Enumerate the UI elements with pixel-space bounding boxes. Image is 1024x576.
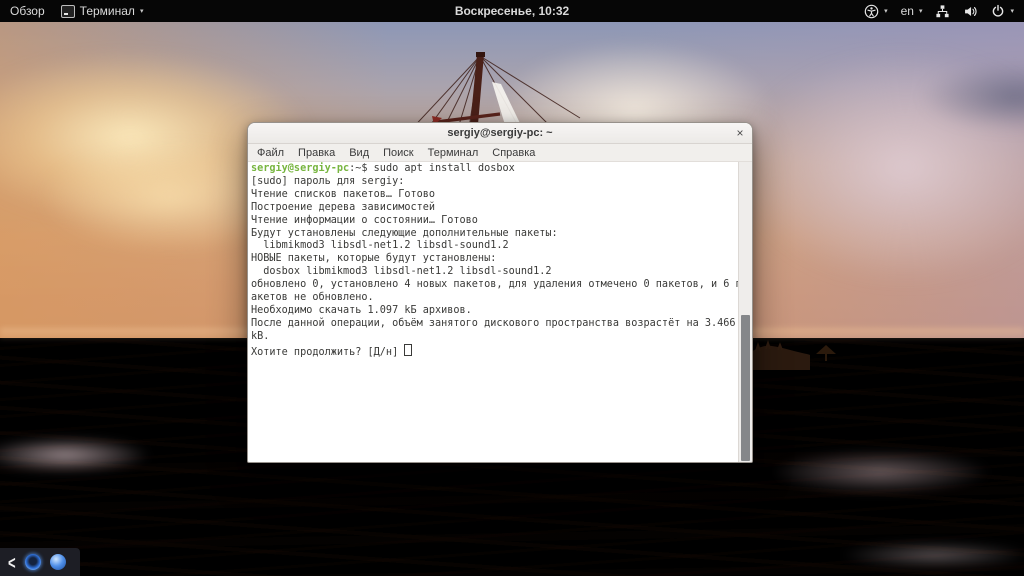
accessibility-icon xyxy=(864,4,879,19)
terminal-line: sergiy@sergiy-pc:~$ sudo apt install dos… xyxy=(251,163,739,176)
terminal-text: обновлено 0, установлено 4 новых пакетов… xyxy=(251,279,742,291)
chevron-down-icon: ▾ xyxy=(1010,7,1014,15)
terminal-line: [sudo] пароль для sergiy: xyxy=(251,176,739,189)
terminal-line: libmikmod3 libsdl-net1.2 libsdl-sound1.2 xyxy=(251,240,739,253)
terminal-text: Чтение информации о состоянии… Готово xyxy=(251,214,478,226)
terminal-line: Чтение информации о состоянии… Готово xyxy=(251,215,739,228)
chevron-down-icon: ▾ xyxy=(139,7,144,15)
sea-foam xyxy=(770,450,990,494)
chevron-down-icon: ▾ xyxy=(918,7,923,15)
power-menu[interactable]: ▾ xyxy=(991,0,1014,22)
terminal-text: Необходимо скачать 1.097 kБ архивов. xyxy=(251,304,472,316)
terminal-text: Чтение списков пакетов… Готово xyxy=(251,188,436,200)
menu-item-search[interactable]: Поиск xyxy=(376,144,420,161)
close-button[interactable]: × xyxy=(732,123,748,143)
menu-item-file[interactable]: Файл xyxy=(250,144,291,161)
terminal-line: После данной операции, объём занятого ди… xyxy=(251,318,739,331)
terminal-line: Необходимо скачать 1.097 kБ архивов. xyxy=(251,305,739,318)
top-bar: Обзор Терминал ▾ Воскресенье, 10:32 ▾ en… xyxy=(0,0,1024,22)
scrollbar-thumb[interactable] xyxy=(741,315,750,461)
terminal-line: акетов не обновлено. xyxy=(251,292,739,305)
wired-network-icon[interactable] xyxy=(935,4,950,19)
terminal-output: sergiy@sergiy-pc:~$ sudo apt install dos… xyxy=(248,162,742,462)
terminal-window: sergiy@sergiy-pc: ~ × Файл Правка Вид Поиск… xyxy=(247,122,753,463)
menu-item-terminal[interactable]: Терминал xyxy=(421,144,486,161)
terminal-viewport[interactable]: sergiy@sergiy-pc:~$ sudo apt install dos… xyxy=(248,162,752,462)
terminal-line: Построение дерева зависимостей xyxy=(251,202,739,215)
chevron-down-icon: ▾ xyxy=(884,7,888,15)
terminal-text: [sudo] пароль для sergiy: xyxy=(251,175,411,187)
language-menu[interactable]: en ▾ xyxy=(901,0,923,22)
menu-bar: Файл Правка Вид Поиск Терминал Справка xyxy=(248,144,752,162)
scrollbar[interactable] xyxy=(738,162,752,462)
terminal-line: обновлено 0, установлено 4 новых пакетов… xyxy=(251,279,742,292)
terminal-line: НОВЫЕ пакеты, которые будут установлены: xyxy=(251,253,739,266)
terminal-text: :~$ sudo apt install dosbox xyxy=(349,163,515,174)
menu-item-help[interactable]: Справка xyxy=(485,144,542,161)
terminal-line: Чтение списков пакетов… Готово xyxy=(251,189,739,202)
terminal-line: Будут установлены следующие дополнительн… xyxy=(251,228,739,241)
screenshot-tool-icon[interactable] xyxy=(24,554,41,570)
language-label: en xyxy=(900,4,914,18)
window-title: sergiy@sergiy-pc: ~ xyxy=(447,127,553,139)
terminal-line: Хотите продолжить? [Д/н] xyxy=(251,343,739,360)
terminal-text: После данной операции, объём занятого ди… xyxy=(251,317,736,329)
terminal-text: акетов не обновлено. xyxy=(251,292,374,304)
terminal-text: НОВЫЕ пакеты, которые будут установлены: xyxy=(251,253,497,265)
terminal-text: dosbox libmikmod3 libsdl-net1.2 libsdl-s… xyxy=(251,266,552,278)
sea-foam xyxy=(840,542,1024,568)
chevron-left-icon[interactable]: < xyxy=(8,552,16,573)
menu-item-view[interactable]: Вид xyxy=(342,144,376,161)
prompt-user-host: sergiy@sergiy-pc xyxy=(251,163,350,174)
terminal-line: kB. xyxy=(251,331,739,344)
terminal-text: libmikmod3 libsdl-net1.2 libsdl-sound1.2 xyxy=(251,240,509,252)
terminal-line: dosbox libmikmod3 libsdl-net1.2 libsdl-s… xyxy=(251,266,739,279)
terminal-text: Построение дерева зависимостей xyxy=(251,201,436,213)
volume-icon[interactable] xyxy=(963,4,978,19)
terminal-text: Будут установлены следующие дополнительн… xyxy=(251,227,558,239)
terminal-icon xyxy=(60,4,75,18)
accessibility-menu[interactable]: ▾ xyxy=(864,0,888,22)
terminal-text: Хотите продолжить? [Д/н] xyxy=(251,346,405,358)
terminal-text: kB. xyxy=(251,330,270,342)
app-menu-terminal[interactable]: Терминал ▾ xyxy=(60,0,144,22)
bottom-dock: < xyxy=(0,548,80,576)
terminal-cursor xyxy=(404,343,413,356)
blue-app-icon[interactable] xyxy=(49,554,66,570)
menu-item-edit[interactable]: Правка xyxy=(291,144,342,161)
island-silhouette xyxy=(750,339,836,370)
title-bar[interactable]: sergiy@sergiy-pc: ~ × xyxy=(248,123,752,144)
power-icon xyxy=(991,4,1005,18)
activities-label: Обзор xyxy=(10,4,45,18)
app-menu-label: Терминал xyxy=(79,4,135,18)
activities-button[interactable]: Обзор xyxy=(10,0,45,22)
